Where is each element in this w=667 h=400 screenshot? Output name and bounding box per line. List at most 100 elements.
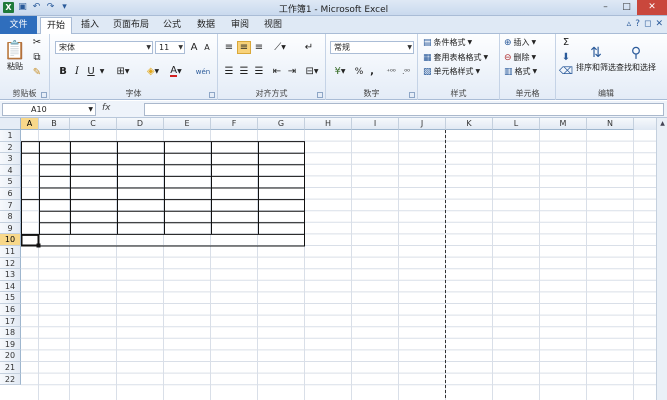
align-middle-button[interactable]: ≡ [237, 41, 251, 54]
column-header-d[interactable]: D [117, 118, 164, 130]
row-header-16[interactable]: 16 [0, 304, 21, 316]
tab-data[interactable]: 数据 [192, 17, 220, 34]
delete-cells-button[interactable]: ⊖ 删除 ▼ [504, 51, 536, 64]
fill-button[interactable]: ⬇ [558, 51, 574, 64]
column-header-n[interactable]: N [587, 118, 634, 130]
tab-insert[interactable]: 插入 [76, 17, 104, 34]
align-top-button[interactable]: ≡ [222, 41, 236, 54]
underline-dropdown[interactable]: ▼ [98, 65, 106, 78]
tab-formulas[interactable]: 公式 [158, 17, 186, 34]
cut-button[interactable]: ✂ [30, 37, 44, 49]
format-cells-button[interactable]: ▥ 格式 ▼ [504, 65, 537, 78]
paste-button[interactable]: 📋 粘贴 [3, 36, 27, 76]
cell-styles-button[interactable]: ▧ 单元格样式 ▼ [423, 65, 480, 78]
column-header-j[interactable]: J [399, 118, 446, 130]
row-header-14[interactable]: 14 [0, 280, 21, 293]
row-header-15[interactable]: 15 [0, 292, 21, 304]
decrease-indent-button[interactable]: ⇤ [270, 65, 284, 78]
scroll-up-arrow[interactable]: ▲ [658, 119, 667, 128]
tab-view[interactable]: 视图 [259, 17, 287, 34]
merge-center-button[interactable]: ⊟ ▼ [302, 65, 322, 78]
column-header-k[interactable]: K [446, 118, 493, 130]
orientation-button[interactable]: ⟋ ▼ [270, 41, 290, 54]
row-header-22[interactable]: 22 [0, 373, 21, 386]
row-header-21[interactable]: 21 [0, 362, 21, 374]
minimize-ribbon-icon[interactable]: ▵ [627, 19, 632, 29]
italic-button[interactable]: I [71, 65, 83, 78]
autosum-button[interactable]: Σ [558, 36, 574, 49]
row-header-8[interactable]: 8 [0, 211, 21, 223]
comma-style-button[interactable]: , [367, 65, 377, 78]
select-all-corner[interactable] [0, 118, 21, 130]
percent-button[interactable]: % [353, 65, 365, 78]
fill-color-button[interactable]: ◈ ▼ [143, 65, 163, 78]
font-color-button[interactable]: A ▼ [166, 65, 186, 78]
align-left-button[interactable]: ☰ [222, 65, 236, 78]
number-dialog-launcher[interactable] [409, 92, 415, 98]
column-header-e[interactable]: E [164, 118, 211, 130]
row-header-2[interactable]: 2 [0, 141, 21, 154]
conditional-format-button[interactable]: ▤ 条件格式 ▼ [423, 36, 472, 49]
workbook-restore-icon[interactable]: ◻ [644, 19, 651, 29]
decrease-decimal-button[interactable]: .⁰⁰ [399, 65, 413, 78]
align-bottom-button[interactable]: ≡ [252, 41, 266, 54]
alignment-dialog-launcher[interactable] [317, 92, 323, 98]
clear-button[interactable]: ⌫ [558, 65, 574, 78]
format-as-table-button[interactable]: ▦ 套用表格格式 ▼ [423, 51, 488, 64]
row-header-1[interactable]: 1 [0, 130, 21, 142]
underline-button[interactable]: U [85, 65, 97, 78]
vertical-scrollbar[interactable]: ▲ [656, 118, 667, 400]
row-header-6[interactable]: 6 [0, 188, 21, 200]
align-right-button[interactable]: ☰ [252, 65, 266, 78]
increase-indent-button[interactable]: ⇥ [285, 65, 299, 78]
bold-button[interactable]: B [57, 65, 69, 78]
column-header-a[interactable]: A [21, 118, 39, 130]
number-format-select[interactable]: 常规 ▼ [330, 41, 414, 54]
row-header-12[interactable]: 12 [0, 257, 21, 270]
tab-home[interactable]: 开始 [40, 17, 72, 34]
name-box[interactable]: A10 ▼ [2, 103, 96, 116]
row-header-4[interactable]: 4 [0, 164, 21, 177]
row-header-13[interactable]: 13 [0, 269, 21, 281]
row-header-7[interactable]: 7 [0, 199, 21, 212]
insert-function-button[interactable]: fx [102, 103, 111, 113]
wrap-text-button[interactable]: ↵ [302, 41, 316, 54]
row-header-19[interactable]: 19 [0, 338, 21, 351]
workbook-close-icon[interactable]: ✕ [655, 19, 663, 29]
align-center-button[interactable]: ☰ [237, 65, 251, 78]
increase-decimal-button[interactable]: ⁺⁰⁰ [384, 65, 398, 78]
column-header-i[interactable]: I [352, 118, 399, 130]
column-header-f[interactable]: F [211, 118, 258, 130]
column-header-m[interactable]: M [540, 118, 587, 130]
phonetic-button[interactable]: wén [192, 65, 214, 78]
copy-button[interactable]: ⧉ [30, 52, 44, 64]
close-button[interactable]: ✕ [637, 0, 667, 15]
format-painter-button[interactable]: ✎ [30, 67, 44, 79]
row-header-3[interactable]: 3 [0, 153, 21, 165]
row-header-17[interactable]: 17 [0, 315, 21, 328]
column-header-h[interactable]: H [305, 118, 352, 130]
sort-filter-button[interactable]: ⇅ 排序和筛选 [576, 36, 616, 80]
font-name-select[interactable]: 宋体 ▼ [55, 41, 153, 54]
column-header-g[interactable]: G [258, 118, 305, 130]
minimize-button[interactable]: – [595, 0, 616, 15]
active-cell-a10[interactable] [21, 233, 40, 247]
row-header-10[interactable]: 10 [0, 234, 21, 246]
row-header-11[interactable]: 11 [0, 246, 21, 258]
font-dialog-launcher[interactable] [209, 92, 215, 98]
worksheet-grid[interactable] [21, 130, 656, 400]
maximize-button[interactable]: □ [616, 0, 637, 15]
row-header-20[interactable]: 20 [0, 350, 21, 362]
grow-font-button[interactable]: A [188, 41, 200, 54]
insert-cells-button[interactable]: ⊕ 插入 ▼ [504, 36, 536, 49]
formula-input[interactable] [144, 103, 664, 116]
tab-page-layout[interactable]: 页面布局 [110, 17, 152, 34]
font-size-select[interactable]: 11 ▼ [155, 41, 185, 54]
accounting-format-button[interactable]: ¥ ▼ [330, 65, 350, 78]
tab-review[interactable]: 审阅 [226, 17, 254, 34]
row-header-9[interactable]: 9 [0, 222, 21, 235]
find-select-button[interactable]: ⚲ 查找和选择 [616, 36, 656, 80]
fill-handle[interactable] [36, 243, 41, 248]
help-icon[interactable]: ? [635, 19, 640, 29]
clipboard-dialog-launcher[interactable] [41, 92, 47, 98]
